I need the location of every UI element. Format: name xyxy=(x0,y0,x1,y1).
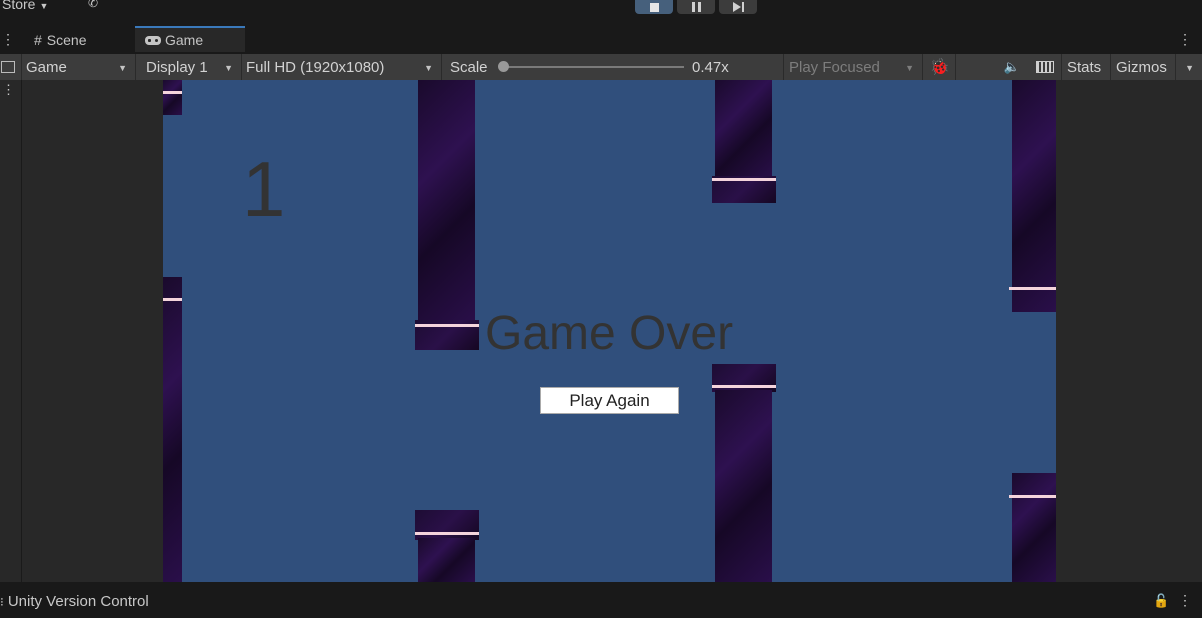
branch-icon: ⁝ xyxy=(0,595,4,609)
game-view-icon[interactable] xyxy=(0,54,22,80)
grid-icon: # xyxy=(34,32,42,48)
version-control-tab[interactable]: ⁝ Unity Version Control xyxy=(0,593,149,610)
pipe-highlight xyxy=(1009,495,1056,498)
panel-menu-icon[interactable]: ⋮ xyxy=(1,31,15,48)
step-icon xyxy=(732,2,744,12)
pipe-cap xyxy=(415,510,479,540)
gizmos-button[interactable]: Gizmos xyxy=(1112,54,1176,80)
tab-scene-label: Scene xyxy=(46,32,87,48)
pipe-highlight xyxy=(415,324,479,327)
stop-icon xyxy=(649,2,659,12)
pipe-highlight xyxy=(163,91,182,94)
bug-icon: 🐞 xyxy=(929,59,950,76)
lock-icon[interactable]: 🔓 xyxy=(1153,593,1169,609)
scale-label: Scale xyxy=(450,58,488,76)
keyboard-icon xyxy=(1035,61,1054,73)
chevron-down-icon: ▼ xyxy=(1185,63,1194,73)
more-options-icon[interactable]: ⋮ xyxy=(1178,31,1192,48)
speaker-icon: 🔈 xyxy=(1003,59,1021,74)
play-again-button[interactable]: Play Again xyxy=(540,387,679,414)
score-text: 1 xyxy=(242,145,286,233)
phone-icon[interactable]: ✆ xyxy=(88,0,98,10)
pipe-top xyxy=(418,80,475,325)
pause-icon xyxy=(691,2,701,12)
version-control-label: Unity Version Control xyxy=(7,593,149,610)
step-button[interactable] xyxy=(719,0,757,14)
chevron-down-icon: ▼ xyxy=(224,63,233,73)
pipe-highlight xyxy=(415,532,479,535)
stats-label: Stats xyxy=(1067,58,1102,76)
game-viewport[interactable]: 1 Game Over Play Again xyxy=(163,80,1056,582)
pipe-bottom xyxy=(418,538,475,582)
display-dropdown[interactable]: Display 1 ▼ xyxy=(142,54,242,80)
play-mode-label: Play Focused xyxy=(789,58,880,76)
left-gutter xyxy=(0,80,22,582)
top-bar xyxy=(0,0,1202,22)
stop-button[interactable] xyxy=(635,0,673,14)
gizmos-dropdown[interactable]: ▼ xyxy=(1176,54,1202,80)
tab-game-label: Game xyxy=(165,32,204,48)
chevron-down-icon: ▼ xyxy=(39,1,49,11)
tab-game[interactable]: Game xyxy=(135,26,245,52)
pipe-highlight xyxy=(712,385,776,388)
pipe-left-bottom xyxy=(163,277,182,582)
keyboard-button[interactable] xyxy=(1028,54,1062,80)
resolution-dropdown[interactable]: Full HD (1920x1080) ▼ xyxy=(242,54,442,80)
pipe-bottom xyxy=(715,390,772,582)
chevron-down-icon: ▼ xyxy=(118,63,127,73)
pause-button[interactable] xyxy=(677,0,715,14)
game-over-text: Game Over xyxy=(485,307,734,360)
store-menu[interactable]: Store ▼ xyxy=(2,0,48,12)
pipe-bottom xyxy=(1012,473,1056,582)
scale-slider-track[interactable] xyxy=(502,66,684,68)
play-mode-dropdown[interactable]: Play Focused ▼ xyxy=(785,54,923,80)
pipe-top xyxy=(715,80,772,180)
scale-control: Scale 0.47x xyxy=(446,54,784,80)
store-label: Store xyxy=(2,0,36,12)
resolution-label: Full HD (1920x1080) xyxy=(246,58,385,76)
gamepad-icon xyxy=(145,35,161,45)
view-label: Game xyxy=(26,58,67,76)
pipe-top xyxy=(1012,80,1056,312)
bug-button[interactable]: 🐞 xyxy=(924,54,956,80)
stats-button[interactable]: Stats xyxy=(1063,54,1111,80)
chevron-down-icon: ▼ xyxy=(905,63,914,73)
view-dropdown[interactable]: Game ▼ xyxy=(22,54,136,80)
bottom-panel xyxy=(0,582,1202,618)
gutter-menu-icon[interactable]: ⋮ xyxy=(2,82,15,98)
scale-value: 0.47x xyxy=(692,59,729,76)
pipe-highlight xyxy=(712,178,776,181)
gizmos-label: Gizmos xyxy=(1116,58,1167,76)
scale-slider-handle[interactable] xyxy=(498,61,509,72)
tab-scene[interactable]: # Scene xyxy=(34,26,124,54)
chevron-down-icon: ▼ xyxy=(424,63,433,73)
audio-mute-button[interactable]: 🔈 xyxy=(998,54,1026,80)
pipe-highlight xyxy=(163,298,182,301)
pipe-left-top xyxy=(163,80,182,115)
more-options-icon[interactable]: ⋮ xyxy=(1178,592,1192,609)
display-label: Display 1 xyxy=(146,58,208,76)
pipe-highlight xyxy=(1009,287,1056,290)
